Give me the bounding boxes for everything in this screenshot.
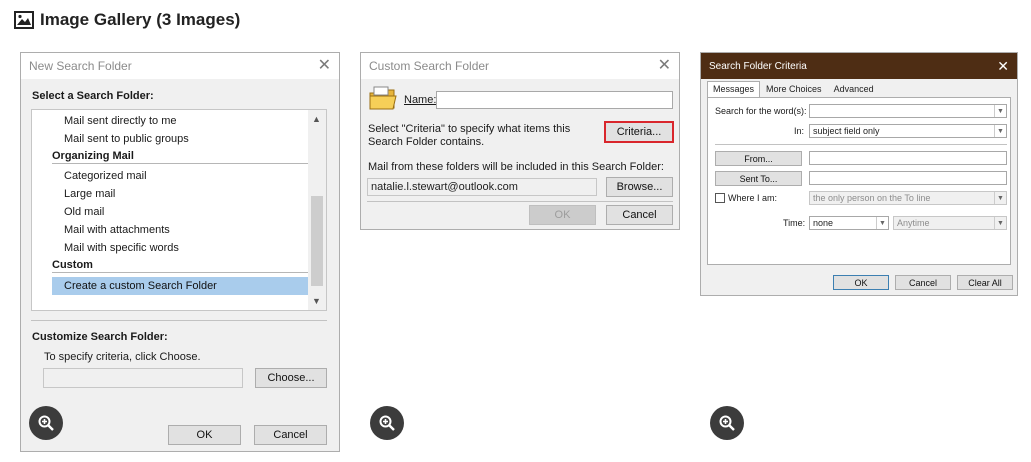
search-folder-icon (368, 85, 398, 116)
criteria-button[interactable]: Criteria... (604, 121, 674, 143)
close-icon[interactable]: ✕ (318, 58, 331, 74)
gallery-title: Image Gallery (3 Images) (40, 10, 241, 29)
close-icon[interactable]: ✕ (658, 58, 671, 74)
in-select[interactable]: subject field only ▼ (809, 124, 1007, 138)
close-icon[interactable]: ✕ (997, 59, 1009, 73)
folders-label: Mail from these folders will be included… (368, 161, 664, 173)
ok-button[interactable]: OK (168, 425, 241, 445)
tab-more-choices[interactable]: More Choices (760, 81, 828, 97)
time-select[interactable]: none ▼ (809, 216, 889, 230)
gallery-header: Image Gallery (3 Images) (14, 9, 240, 31)
list-item[interactable]: Mail sent to public groups (64, 133, 189, 145)
choose-button[interactable]: Choose... (255, 368, 327, 388)
sent-to-field[interactable] (809, 171, 1007, 185)
zoom-in-button[interactable] (29, 406, 63, 440)
new-search-folder-dialog: New Search Folder ✕ Select a Search Fold… (20, 52, 340, 452)
list-item-selected[interactable]: Create a custom Search Folder (52, 277, 314, 295)
zoom-icon (719, 415, 735, 431)
sent-to-button[interactable]: Sent To... (715, 171, 802, 186)
criteria-tabs: Messages More Choices Advanced (707, 81, 880, 97)
list-item[interactable]: Categorized mail (64, 170, 147, 182)
browse-button[interactable]: Browse... (606, 177, 673, 197)
zoom-in-button[interactable] (710, 406, 744, 440)
image-gallery: Image Gallery (3 Images) New Search Fold… (0, 0, 1031, 462)
from-button[interactable]: From... (715, 151, 802, 166)
chevron-down-icon: ▼ (994, 192, 1006, 204)
select-folder-label: Select a Search Folder: (32, 90, 154, 102)
dialog-titlebar: New Search Folder ✕ (21, 53, 339, 79)
search-words-field[interactable]: ▼ (809, 104, 1007, 118)
image-gallery-icon (14, 11, 34, 29)
list-item[interactable]: Mail with specific words (64, 242, 179, 254)
where-label: Where I am: (728, 193, 778, 203)
chevron-down-icon: ▼ (994, 217, 1006, 229)
time-range-value: Anytime (897, 218, 930, 228)
where-select-value: the only person on the To line (813, 193, 931, 203)
custom-search-folder-dialog: Custom Search Folder ✕ Name: Select "Cri… (360, 52, 680, 230)
search-words-label: Search for the word(s): (715, 106, 807, 116)
dialog-title: Search Folder Criteria (709, 60, 807, 72)
messages-panel: Search for the word(s): ▼ In: subject fi… (707, 97, 1011, 265)
where-select: the only person on the To line ▼ (809, 191, 1007, 205)
criteria-hint: To specify criteria, click Choose. (44, 351, 201, 363)
criteria-description: Select "Criteria" to specify what items … (368, 123, 571, 148)
tab-messages[interactable]: Messages (707, 81, 761, 97)
dialog-title: New Search Folder (29, 59, 132, 73)
list-group-header: Custom (52, 259, 314, 273)
ok-button: OK (529, 205, 596, 225)
dialog-titlebar: Custom Search Folder ✕ (361, 53, 679, 79)
zoom-icon (38, 415, 54, 431)
time-select-value: none (813, 218, 834, 228)
list-item[interactable]: Old mail (64, 206, 104, 218)
list-item[interactable]: Mail sent directly to me (64, 115, 176, 127)
chevron-down-icon[interactable]: ▼ (994, 105, 1006, 117)
chevron-down-icon[interactable]: ▼ (994, 125, 1006, 137)
zoom-icon (379, 415, 395, 431)
name-label: Name: (404, 94, 437, 106)
customize-label: Customize Search Folder: (32, 331, 168, 343)
list-group-header: Organizing Mail (52, 150, 314, 164)
clear-all-button[interactable]: Clear All (957, 275, 1013, 290)
zoom-in-button[interactable] (370, 406, 404, 440)
divider (367, 201, 673, 202)
cancel-button[interactable]: Cancel (895, 275, 951, 290)
search-folder-criteria-dialog: Search Folder Criteria ✕ Messages More C… (700, 52, 1018, 296)
search-folder-list[interactable]: Mail sent directly to me Mail sent to pu… (31, 109, 327, 311)
divider (31, 320, 327, 321)
criteria-field (43, 368, 243, 388)
where-checkbox[interactable] (715, 193, 725, 203)
tab-advanced[interactable]: Advanced (828, 81, 880, 97)
dialog-titlebar: Search Folder Criteria ✕ (701, 53, 1017, 79)
list-scrollbar[interactable]: ▲ ▼ (308, 110, 326, 310)
scroll-up-icon[interactable]: ▲ (312, 114, 321, 124)
in-label: In: (794, 126, 805, 136)
time-label: Time: (783, 218, 806, 228)
dialog-title: Custom Search Folder (369, 59, 490, 73)
folder-field: natalie.l.stewart@outlook.com (367, 178, 597, 196)
chevron-down-icon[interactable]: ▼ (876, 217, 888, 229)
scroll-down-icon[interactable]: ▼ (312, 296, 321, 306)
from-field[interactable] (809, 151, 1007, 165)
list-item[interactable]: Large mail (64, 188, 115, 200)
name-field[interactable] (436, 91, 673, 109)
list-item[interactable]: Mail with attachments (64, 224, 170, 236)
cancel-button[interactable]: Cancel (254, 425, 327, 445)
ok-button[interactable]: OK (833, 275, 889, 290)
divider (715, 144, 1007, 145)
scrollbar-thumb[interactable] (311, 196, 323, 286)
time-range-select: Anytime ▼ (893, 216, 1007, 230)
cancel-button[interactable]: Cancel (606, 205, 673, 225)
in-select-value: subject field only (813, 126, 880, 136)
